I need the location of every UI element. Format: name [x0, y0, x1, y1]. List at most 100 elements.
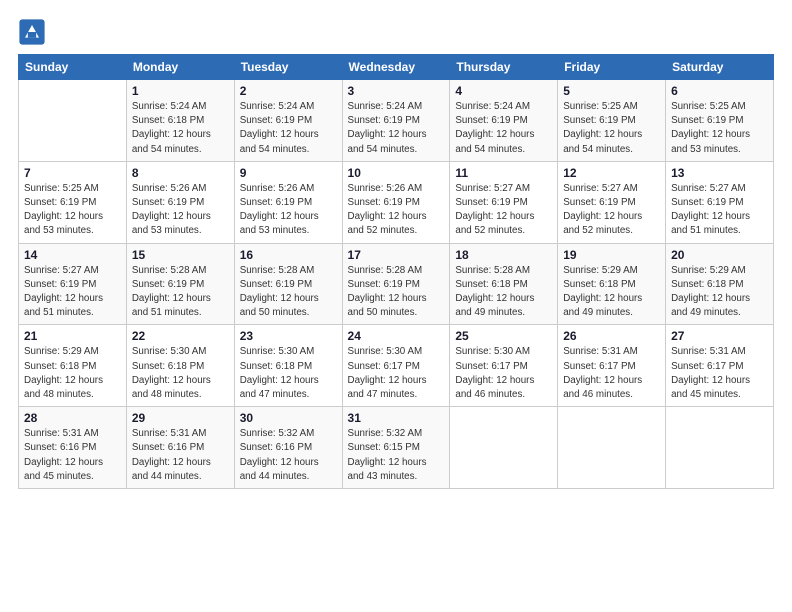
calendar-day-cell: 22 Sunrise: 5:30 AM Sunset: 6:18 PM Dayli…: [126, 325, 234, 407]
calendar-day-cell: 7 Sunrise: 5:25 AM Sunset: 6:19 PM Daylig…: [19, 161, 127, 243]
day-info: Sunrise: 5:26 AM Sunset: 6:19 PM Dayligh…: [240, 182, 337, 239]
calendar-body: 1 Sunrise: 5:24 AM Sunset: 6:18 PM Daylig…: [19, 80, 774, 489]
calendar-week-row: 1 Sunrise: 5:24 AM Sunset: 6:18 PM Daylig…: [19, 80, 774, 162]
day-info: Sunrise: 5:24 AM Sunset: 6:19 PM Dayligh…: [348, 100, 445, 157]
calendar-day-cell: 12 Sunrise: 5:27 AM Sunset: 6:19 PM Dayli…: [558, 161, 666, 243]
weekday-header: Friday: [558, 55, 666, 80]
calendar-week-row: 28 Sunrise: 5:31 AM Sunset: 6:16 PM Dayli…: [19, 407, 774, 489]
day-info: Sunrise: 5:27 AM Sunset: 6:19 PM Dayligh…: [455, 182, 552, 239]
day-info: Sunrise: 5:24 AM Sunset: 6:18 PM Dayligh…: [132, 100, 229, 157]
day-number: 11: [455, 166, 552, 180]
day-info: Sunrise: 5:32 AM Sunset: 6:16 PM Dayligh…: [240, 427, 337, 484]
calendar-day-cell: 18 Sunrise: 5:28 AM Sunset: 6:18 PM Dayli…: [450, 243, 558, 325]
day-number: 9: [240, 166, 337, 180]
day-number: 16: [240, 248, 337, 262]
calendar-day-cell: 24 Sunrise: 5:30 AM Sunset: 6:17 PM Dayli…: [342, 325, 450, 407]
day-info: Sunrise: 5:25 AM Sunset: 6:19 PM Dayligh…: [24, 182, 121, 239]
day-number: 10: [348, 166, 445, 180]
calendar-day-cell: 5 Sunrise: 5:25 AM Sunset: 6:19 PM Daylig…: [558, 80, 666, 162]
calendar-day-cell: [666, 407, 774, 489]
day-number: 12: [563, 166, 660, 180]
day-number: 3: [348, 84, 445, 98]
day-info: Sunrise: 5:29 AM Sunset: 6:18 PM Dayligh…: [563, 264, 660, 321]
calendar-day-cell: 2Sunrise: 5:24 AM Sunset: 6:19 PM Daylig…: [234, 80, 342, 162]
calendar-day-cell: 13 Sunrise: 5:27 AM Sunset: 6:19 PM Dayli…: [666, 161, 774, 243]
weekday-header: Sunday: [19, 55, 127, 80]
weekday-header: Thursday: [450, 55, 558, 80]
calendar-day-cell: 17 Sunrise: 5:28 AM Sunset: 6:19 PM Dayli…: [342, 243, 450, 325]
day-number: 8: [132, 166, 229, 180]
day-info: Sunrise: 5:28 AM Sunset: 6:19 PM Dayligh…: [348, 264, 445, 321]
day-number: 1: [132, 84, 229, 98]
weekday-header: Tuesday: [234, 55, 342, 80]
day-number: 22: [132, 329, 229, 343]
day-info: Sunrise: 5:26 AM Sunset: 6:19 PM Dayligh…: [348, 182, 445, 239]
day-info: Sunrise: 5:32 AM Sunset: 6:15 PM Dayligh…: [348, 427, 445, 484]
day-info: Sunrise: 5:30 AM Sunset: 6:17 PM Dayligh…: [455, 345, 552, 402]
calendar-day-cell: 3 Sunrise: 5:24 AM Sunset: 6:19 PM Daylig…: [342, 80, 450, 162]
day-number: 23: [240, 329, 337, 343]
header-row: SundayMondayTuesdayWednesdayThursdayFrid…: [19, 55, 774, 80]
day-info: Sunrise: 5:31 AM Sunset: 6:17 PM Dayligh…: [671, 345, 768, 402]
day-number: 30: [240, 411, 337, 425]
page-header: [18, 18, 774, 46]
calendar-day-cell: 29Sunrise: 5:31 AM Sunset: 6:16 PM Dayli…: [126, 407, 234, 489]
day-info: Sunrise: 5:24 AM Sunset: 6:19 PM Dayligh…: [240, 100, 337, 157]
day-number: 13: [671, 166, 768, 180]
day-number: 5: [563, 84, 660, 98]
calendar-day-cell: 27 Sunrise: 5:31 AM Sunset: 6:17 PM Dayli…: [666, 325, 774, 407]
day-info: Sunrise: 5:24 AM Sunset: 6:19 PM Dayligh…: [455, 100, 552, 157]
calendar-week-row: 7 Sunrise: 5:25 AM Sunset: 6:19 PM Daylig…: [19, 161, 774, 243]
calendar-day-cell: 23 Sunrise: 5:30 AM Sunset: 6:18 PM Dayli…: [234, 325, 342, 407]
calendar-day-cell: 16Sunrise: 5:28 AM Sunset: 6:19 PM Dayli…: [234, 243, 342, 325]
calendar-day-cell: 1 Sunrise: 5:24 AM Sunset: 6:18 PM Daylig…: [126, 80, 234, 162]
calendar-day-cell: 15 Sunrise: 5:28 AM Sunset: 6:19 PM Dayli…: [126, 243, 234, 325]
day-info: Sunrise: 5:30 AM Sunset: 6:18 PM Dayligh…: [132, 345, 229, 402]
calendar-day-cell: 30 Sunrise: 5:32 AM Sunset: 6:16 PM Dayli…: [234, 407, 342, 489]
day-number: 28: [24, 411, 121, 425]
calendar-week-row: 14Sunrise: 5:27 AM Sunset: 6:19 PM Dayli…: [19, 243, 774, 325]
calendar-day-cell: 10 Sunrise: 5:26 AM Sunset: 6:19 PM Dayli…: [342, 161, 450, 243]
day-info: Sunrise: 5:25 AM Sunset: 6:19 PM Dayligh…: [563, 100, 660, 157]
calendar-day-cell: 19Sunrise: 5:29 AM Sunset: 6:18 PM Dayli…: [558, 243, 666, 325]
day-info: Sunrise: 5:28 AM Sunset: 6:18 PM Dayligh…: [455, 264, 552, 321]
calendar-day-cell: 21 Sunrise: 5:29 AM Sunset: 6:18 PM Dayli…: [19, 325, 127, 407]
day-number: 26: [563, 329, 660, 343]
weekday-header: Monday: [126, 55, 234, 80]
calendar-day-cell: 20 Sunrise: 5:29 AM Sunset: 6:18 PM Dayli…: [666, 243, 774, 325]
calendar-day-cell: [558, 407, 666, 489]
day-number: 25: [455, 329, 552, 343]
day-number: 4: [455, 84, 552, 98]
logo-icon: [18, 18, 46, 46]
day-number: 18: [455, 248, 552, 262]
day-number: 31: [348, 411, 445, 425]
day-info: Sunrise: 5:30 AM Sunset: 6:17 PM Dayligh…: [348, 345, 445, 402]
day-info: Sunrise: 5:30 AM Sunset: 6:18 PM Dayligh…: [240, 345, 337, 402]
day-number: 21: [24, 329, 121, 343]
calendar-day-cell: [19, 80, 127, 162]
logo: [18, 18, 48, 46]
day-info: Sunrise: 5:27 AM Sunset: 6:19 PM Dayligh…: [671, 182, 768, 239]
day-number: 24: [348, 329, 445, 343]
calendar-day-cell: 9 Sunrise: 5:26 AM Sunset: 6:19 PM Daylig…: [234, 161, 342, 243]
day-number: 15: [132, 248, 229, 262]
calendar-day-cell: 11 Sunrise: 5:27 AM Sunset: 6:19 PM Dayli…: [450, 161, 558, 243]
day-info: Sunrise: 5:28 AM Sunset: 6:19 PM Dayligh…: [132, 264, 229, 321]
day-number: 17: [348, 248, 445, 262]
calendar-day-cell: 28Sunrise: 5:31 AM Sunset: 6:16 PM Dayli…: [19, 407, 127, 489]
day-info: Sunrise: 5:26 AM Sunset: 6:19 PM Dayligh…: [132, 182, 229, 239]
calendar-day-cell: 14Sunrise: 5:27 AM Sunset: 6:19 PM Dayli…: [19, 243, 127, 325]
day-number: 27: [671, 329, 768, 343]
day-info: Sunrise: 5:29 AM Sunset: 6:18 PM Dayligh…: [671, 264, 768, 321]
day-info: Sunrise: 5:29 AM Sunset: 6:18 PM Dayligh…: [24, 345, 121, 402]
calendar-day-cell: 8 Sunrise: 5:26 AM Sunset: 6:19 PM Daylig…: [126, 161, 234, 243]
calendar-day-cell: 31 Sunrise: 5:32 AM Sunset: 6:15 PM Dayli…: [342, 407, 450, 489]
day-number: 20: [671, 248, 768, 262]
day-info: Sunrise: 5:27 AM Sunset: 6:19 PM Dayligh…: [24, 264, 121, 321]
calendar-day-cell: [450, 407, 558, 489]
day-number: 7: [24, 166, 121, 180]
calendar-day-cell: 26Sunrise: 5:31 AM Sunset: 6:17 PM Dayli…: [558, 325, 666, 407]
day-info: Sunrise: 5:27 AM Sunset: 6:19 PM Dayligh…: [563, 182, 660, 239]
calendar-header: SundayMondayTuesdayWednesdayThursdayFrid…: [19, 55, 774, 80]
day-info: Sunrise: 5:31 AM Sunset: 6:16 PM Dayligh…: [132, 427, 229, 484]
